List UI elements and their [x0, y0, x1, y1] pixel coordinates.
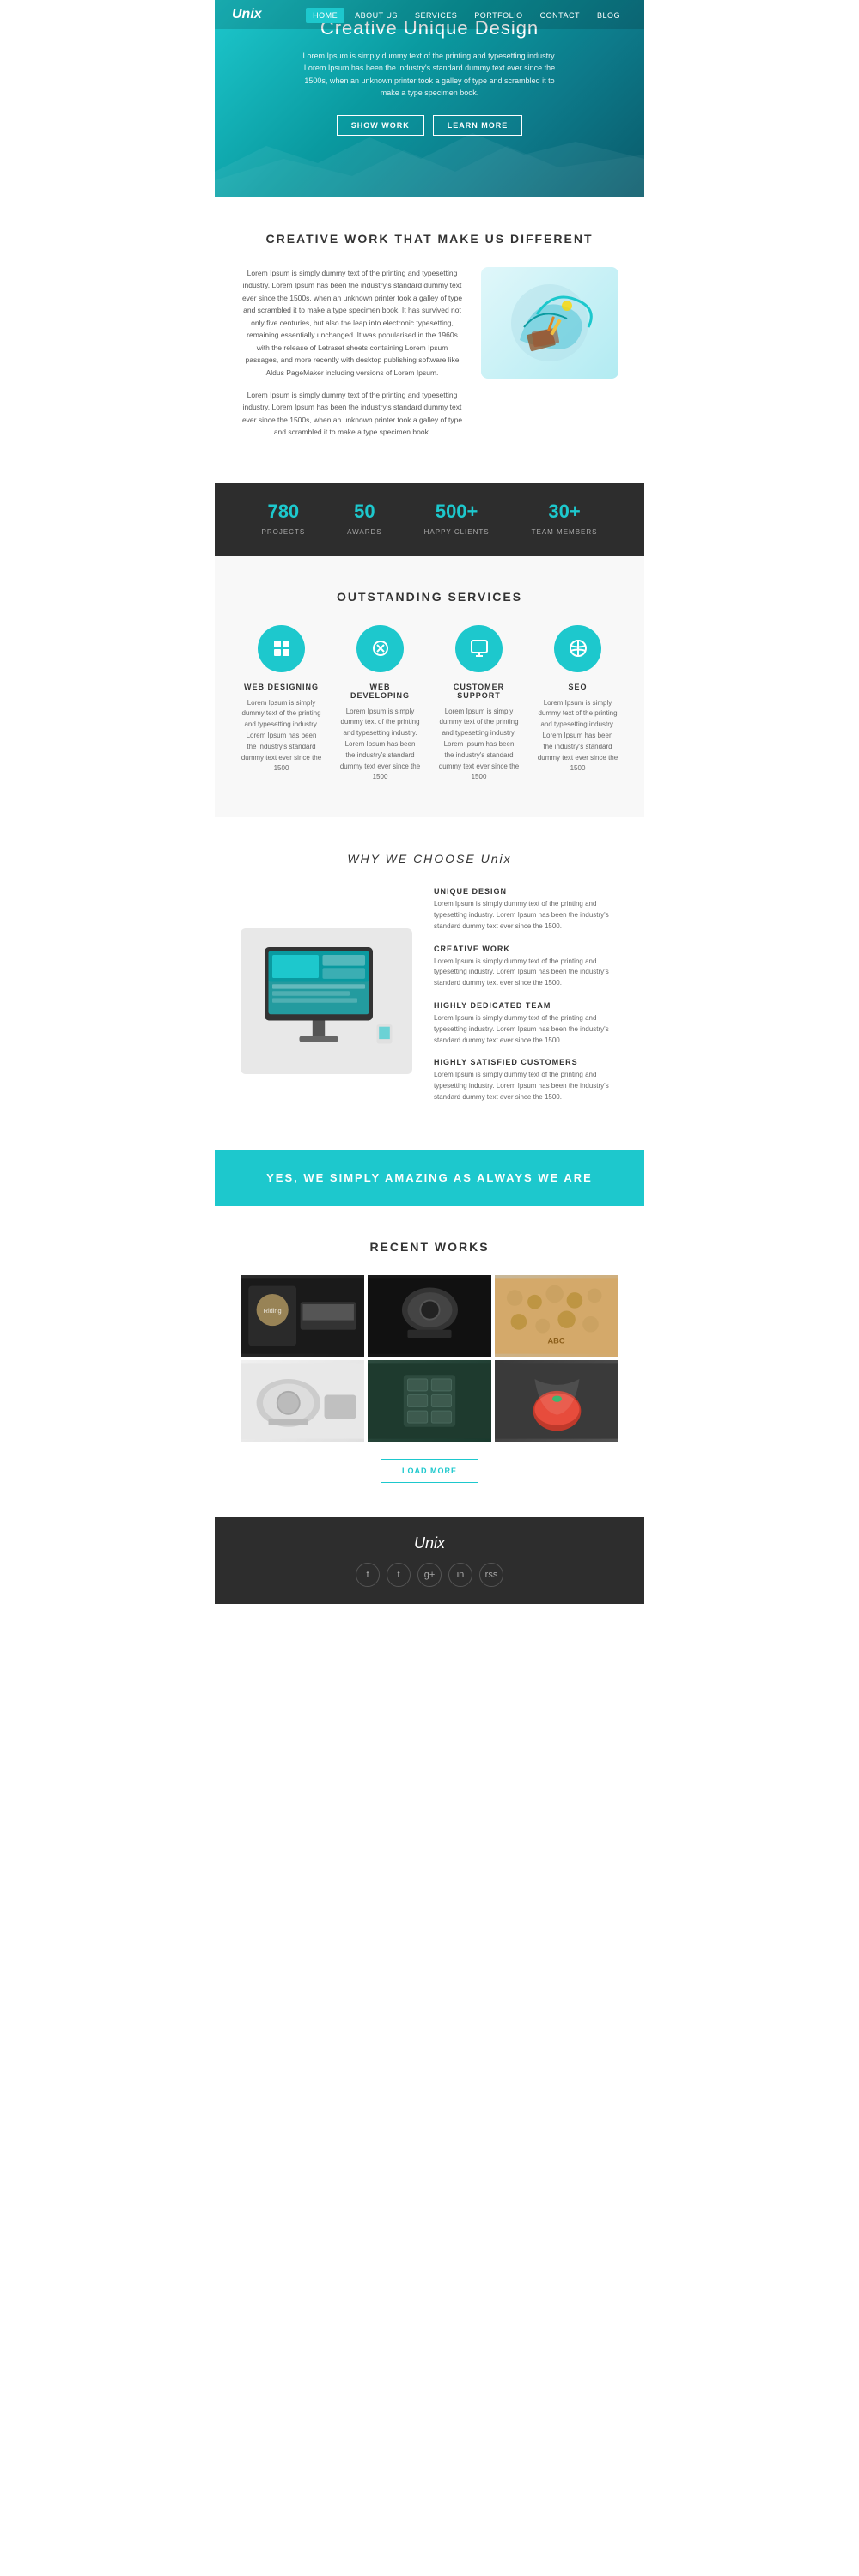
service-text-4: Lorem Ipsum is simply dummy text of the …	[537, 698, 618, 775]
why-image	[241, 928, 412, 1074]
feature-text-4: Lorem Ipsum is simply dummy text of the …	[434, 1070, 618, 1103]
feature-creative-work: CREATIVE WORK Lorem Ipsum is simply dumm…	[434, 945, 618, 989]
stat-projects: 780 PROJECTS	[261, 501, 305, 538]
service-customer-support: CUSTOMER SUPPORT Lorem Ipsum is simply d…	[438, 625, 520, 784]
stat-clients-number: 500+	[424, 501, 490, 523]
svg-text:Riding: Riding	[264, 1307, 282, 1315]
nav-item-blog[interactable]: BLOG	[590, 7, 627, 22]
feature-title-2: CREATIVE WORK	[434, 945, 618, 953]
footer-brand: Unix	[241, 1534, 618, 1552]
stat-team: 30+ TEAM MEMBERS	[532, 501, 598, 538]
service-icon-2	[356, 625, 404, 672]
nav-item-services[interactable]: SERVICES	[408, 7, 464, 22]
service-seo: SEO Lorem Ipsum is simply dummy text of …	[537, 625, 618, 784]
creative-content: Lorem Ipsum is simply dummy text of the …	[241, 267, 618, 449]
footer: Unix f t g+ in rss	[215, 1517, 644, 1604]
hero-buttons: SHOW WORK LEARN MORE	[232, 115, 627, 136]
feature-title-4: HIGHLY SATISFIED CUSTOMERS	[434, 1058, 618, 1066]
creative-illustration	[481, 267, 618, 379]
cta-banner: YES, WE SIMPLY AMAZING AS ALWAYS WE ARE	[215, 1150, 644, 1206]
social-twitter-icon[interactable]: t	[387, 1563, 411, 1587]
stat-projects-label: PROJECTS	[261, 528, 305, 536]
creative-title: CREATIVE WORK THAT MAKE US DIFFERENT	[241, 232, 618, 246]
stat-team-number: 30+	[532, 501, 598, 523]
service-text-3: Lorem Ipsum is simply dummy text of the …	[438, 707, 520, 784]
social-rss-icon[interactable]: rss	[479, 1563, 503, 1587]
creative-para1: Lorem Ipsum is simply dummy text of the …	[241, 267, 464, 379]
stat-awards: 50 AWARDS	[347, 501, 382, 538]
feature-title-1: UNIQUE DESIGN	[434, 887, 618, 896]
creative-para2: Lorem Ipsum is simply dummy text of the …	[241, 389, 464, 439]
service-title-1: WEB DESIGNING	[241, 683, 322, 691]
social-linkedin-icon[interactable]: in	[448, 1563, 472, 1587]
work-item-4[interactable]	[241, 1360, 364, 1442]
navbar: Unix HOME ABOUT US SERVICES PORTFOLIO CO…	[215, 0, 644, 29]
creative-image	[481, 267, 618, 379]
works-title: RECENT WORKS	[241, 1240, 618, 1254]
show-work-button[interactable]: SHOW WORK	[337, 115, 424, 136]
social-googleplus-icon[interactable]: g+	[417, 1563, 442, 1587]
work-item-3[interactable]: ABC	[495, 1275, 618, 1357]
work-item-1[interactable]: Riding	[241, 1275, 364, 1357]
service-icon-4	[554, 625, 601, 672]
feature-text-3: Lorem Ipsum is simply dummy text of the …	[434, 1013, 618, 1046]
creative-svg	[485, 271, 614, 374]
nav-brand[interactable]: Unix	[232, 7, 262, 22]
feature-satisfied-customers: HIGHLY SATISFIED CUSTOMERS Lorem Ipsum i…	[434, 1058, 618, 1103]
stat-clients-label: HAPPY CLIENTS	[424, 528, 490, 536]
services-section: OUTSTANDING SERVICES WEB DESIGNING Lorem…	[215, 556, 644, 818]
feature-title-3: HIGHLY DEDICATED TEAM	[434, 1001, 618, 1010]
stat-awards-label: AWARDS	[347, 528, 382, 536]
svg-text:ABC: ABC	[547, 1336, 564, 1345]
work-item-5[interactable]	[368, 1360, 491, 1442]
stat-awards-number: 50	[347, 501, 382, 523]
feature-unique-design: UNIQUE DESIGN Lorem Ipsum is simply dumm…	[434, 887, 618, 932]
stat-projects-number: 780	[261, 501, 305, 523]
social-facebook-icon[interactable]: f	[356, 1563, 380, 1587]
stat-team-label: TEAM MEMBERS	[532, 528, 598, 536]
work-item-6[interactable]	[495, 1360, 618, 1442]
learn-more-button[interactable]: LEARN MORE	[433, 115, 523, 136]
service-web-designing: WEB DESIGNING Lorem Ipsum is simply dumm…	[241, 625, 322, 784]
service-title-2: WEB DEVELOPING	[339, 683, 421, 700]
works-section: RECENT WORKS Riding ABC LOAD MORE	[215, 1206, 644, 1517]
hero-text: Lorem Ipsum is simply dummy text of the …	[301, 50, 558, 100]
stat-clients: 500+ HAPPY CLIENTS	[424, 501, 490, 538]
cta-text: YES, WE SIMPLY AMAZING AS ALWAYS WE ARE	[241, 1171, 618, 1184]
services-grid: WEB DESIGNING Lorem Ipsum is simply dumm…	[241, 625, 618, 784]
service-web-developing: WEB DEVELOPING Lorem Ipsum is simply dum…	[339, 625, 421, 784]
why-title: WHY WE CHOOSE Unix	[241, 852, 618, 866]
service-text-1: Lorem Ipsum is simply dummy text of the …	[241, 698, 322, 775]
service-icon-3	[455, 625, 503, 672]
feature-text-1: Lorem Ipsum is simply dummy text of the …	[434, 899, 618, 932]
nav-menu: HOME ABOUT US SERVICES PORTFOLIO CONTACT…	[306, 7, 627, 22]
service-text-2: Lorem Ipsum is simply dummy text of the …	[339, 707, 421, 784]
nav-item-home[interactable]: HOME	[306, 7, 344, 22]
creative-section: CREATIVE WORK THAT MAKE US DIFFERENT Lor…	[215, 197, 644, 483]
services-title: OUTSTANDING SERVICES	[241, 590, 618, 604]
monitor-svg	[249, 937, 404, 1066]
why-features: UNIQUE DESIGN Lorem Ipsum is simply dumm…	[434, 887, 618, 1115]
feature-dedicated-team: HIGHLY DEDICATED TEAM Lorem Ipsum is sim…	[434, 1001, 618, 1046]
why-content: UNIQUE DESIGN Lorem Ipsum is simply dumm…	[241, 887, 618, 1115]
nav-item-portfolio[interactable]: PORTFOLIO	[467, 7, 529, 22]
works-grid: Riding ABC	[241, 1275, 618, 1442]
nav-item-contact[interactable]: CONTACT	[533, 7, 587, 22]
creative-text: Lorem Ipsum is simply dummy text of the …	[241, 267, 464, 449]
service-icon-1	[258, 625, 305, 672]
service-title-4: SEO	[537, 683, 618, 691]
feature-text-2: Lorem Ipsum is simply dummy text of the …	[434, 957, 618, 989]
monitor-illustration	[241, 928, 412, 1074]
work-item-2[interactable]	[368, 1275, 491, 1357]
why-section: WHY WE CHOOSE Unix	[215, 817, 644, 1150]
service-title-3: CUSTOMER SUPPORT	[438, 683, 520, 700]
footer-social: f t g+ in rss	[241, 1563, 618, 1587]
nav-item-about[interactable]: ABOUT US	[348, 7, 405, 22]
load-more-button[interactable]: LOAD MORE	[381, 1459, 478, 1483]
stats-bar: 780 PROJECTS 50 AWARDS 500+ HAPPY CLIENT…	[215, 483, 644, 556]
